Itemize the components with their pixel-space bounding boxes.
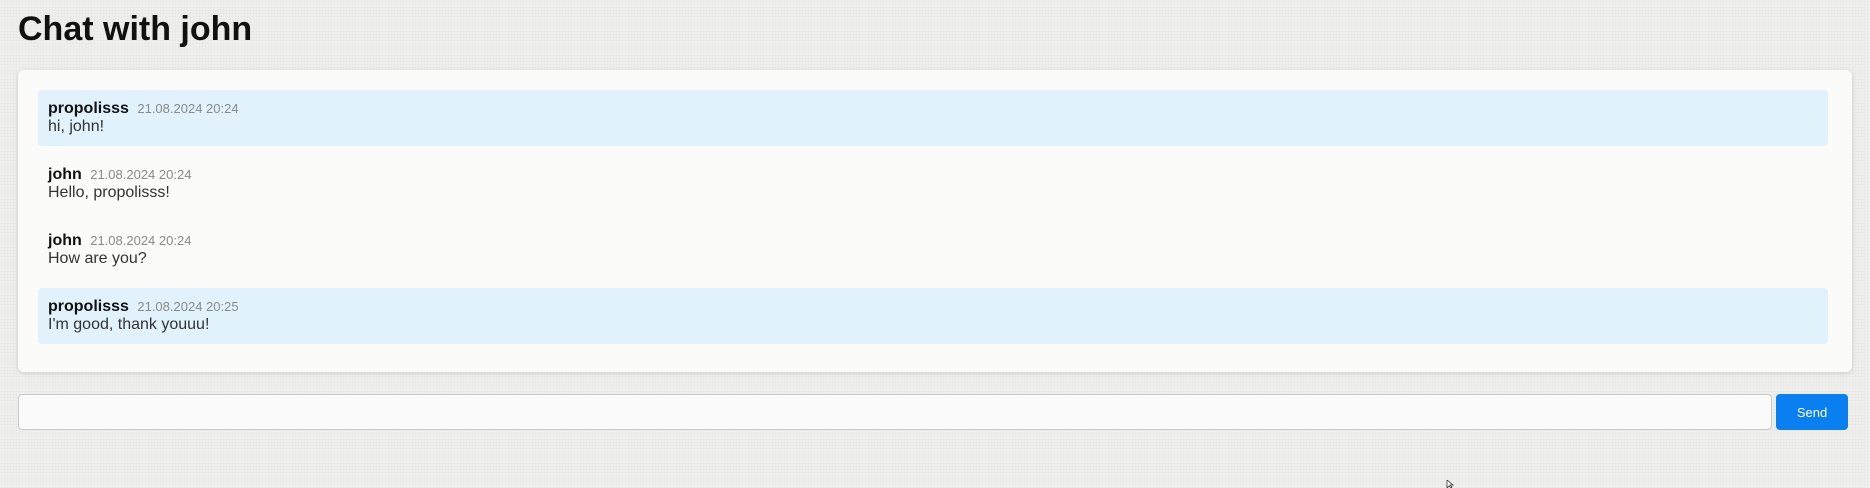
chat-messages-panel[interactable]: propolisss 21.08.2024 20:24 hi, john! jo… bbox=[18, 70, 1852, 372]
message-composer: Send bbox=[18, 394, 1852, 430]
message-author: john bbox=[48, 232, 82, 249]
message-timestamp: 21.08.2024 20:24 bbox=[137, 101, 239, 116]
message-timestamp: 21.08.2024 20:25 bbox=[137, 299, 239, 314]
message-author: propolisss bbox=[48, 298, 129, 315]
message-header: propolisss 21.08.2024 20:25 bbox=[48, 298, 1818, 316]
message-timestamp: 21.08.2024 20:24 bbox=[90, 233, 192, 248]
message-header: propolisss 21.08.2024 20:24 bbox=[48, 100, 1818, 118]
message-text: I'm good, thank youuu! bbox=[48, 316, 210, 333]
message-header: john 21.08.2024 20:24 bbox=[48, 166, 1818, 184]
message-item: john 21.08.2024 20:24 Hello, propolisss! bbox=[38, 156, 1828, 212]
send-button[interactable]: Send bbox=[1776, 394, 1848, 430]
message-text: hi, john! bbox=[48, 118, 105, 135]
message-author: john bbox=[48, 166, 82, 183]
page-title: Chat with john bbox=[18, 10, 253, 48]
message-text: Hello, propolisss! bbox=[48, 184, 170, 201]
message-input[interactable] bbox=[18, 394, 1772, 430]
message-item: propolisss 21.08.2024 20:25 I'm good, th… bbox=[38, 288, 1828, 344]
mouse-pointer-icon bbox=[1446, 480, 1455, 488]
message-timestamp: 21.08.2024 20:24 bbox=[90, 167, 192, 182]
message-item: propolisss 21.08.2024 20:24 hi, john! bbox=[38, 90, 1828, 146]
message-header: john 21.08.2024 20:24 bbox=[48, 232, 1818, 250]
message-text: How are you? bbox=[48, 250, 147, 267]
message-item: john 21.08.2024 20:24 How are you? bbox=[38, 222, 1828, 278]
message-author: propolisss bbox=[48, 100, 129, 117]
